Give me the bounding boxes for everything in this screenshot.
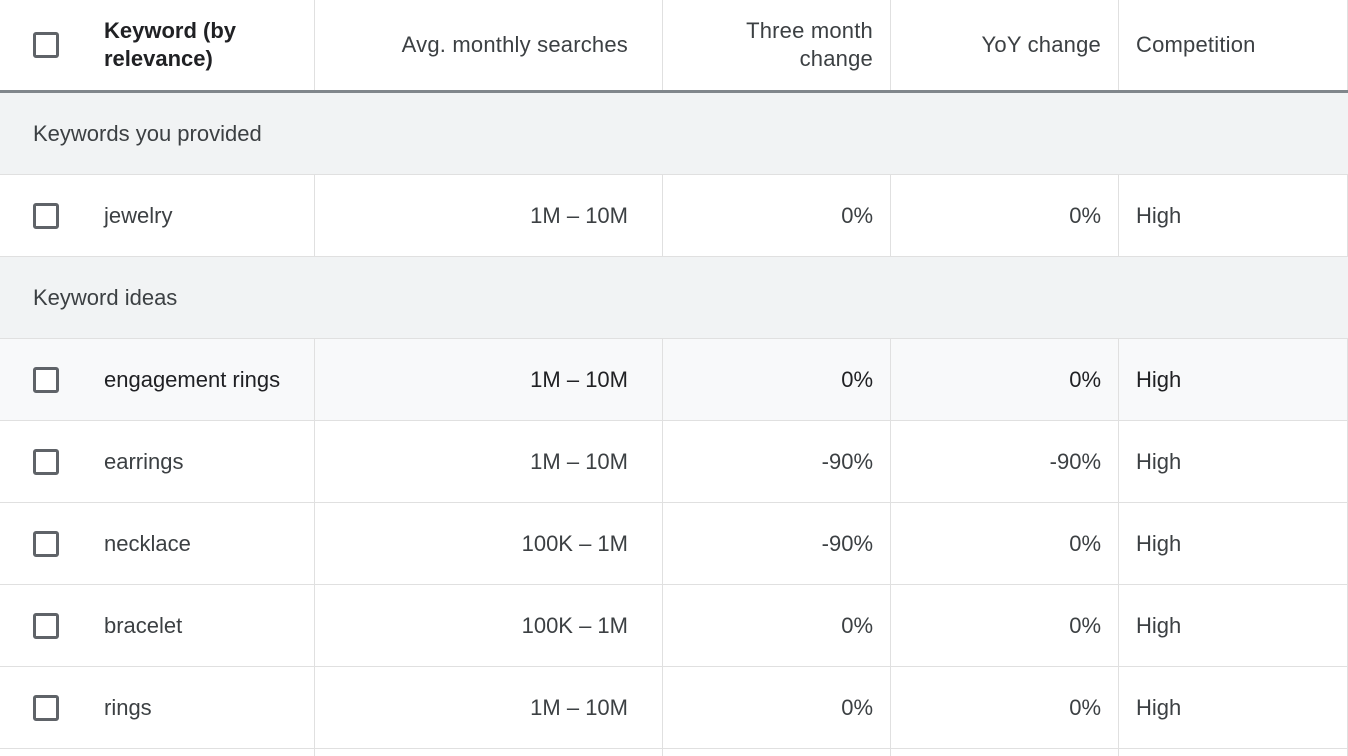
three-month-change-cell: 0% — [663, 585, 891, 666]
yoy-change-cell: 0% — [891, 585, 1119, 666]
keyword-table: Keyword (by relevance) Avg. monthly sear… — [0, 0, 1348, 756]
table-row-partial — [0, 749, 1348, 756]
row-checkbox[interactable] — [33, 448, 59, 475]
avg-monthly-searches-cell: 100K – 1M — [315, 585, 663, 666]
avg-monthly-searches-cell: 1M – 10M — [315, 175, 663, 256]
table-row[interactable]: jewelry 1M – 10M 0% 0% High — [0, 175, 1348, 257]
row-checkbox-cell — [0, 421, 90, 502]
column-header-three-month-change[interactable]: Three month change — [663, 0, 891, 90]
yoy-change-cell: 0% — [891, 503, 1119, 584]
keyword-cell: jewelry — [90, 175, 315, 256]
competition-cell: High — [1119, 339, 1348, 420]
row-checkbox[interactable] — [33, 694, 59, 721]
keyword-cell: bracelet — [90, 585, 315, 666]
table-row[interactable]: rings 1M – 10M 0% 0% High — [0, 667, 1348, 749]
competition-cell: High — [1119, 503, 1348, 584]
competition-cell: High — [1119, 421, 1348, 502]
competition-cell: High — [1119, 585, 1348, 666]
row-checkbox-cell — [0, 339, 90, 420]
keyword-cell: engagement rings — [90, 339, 315, 420]
avg-monthly-searches-cell: 100K – 1M — [315, 503, 663, 584]
yoy-change-cell: 0% — [891, 175, 1119, 256]
table-row[interactable]: necklace 100K – 1M -90% 0% High — [0, 503, 1348, 585]
row-checkbox-cell — [0, 749, 90, 756]
section-label-ideas: Keyword ideas — [33, 284, 178, 310]
competition-cell: High — [1119, 175, 1348, 256]
row-checkbox[interactable] — [33, 612, 59, 639]
three-month-change-cell: 0% — [663, 175, 891, 256]
keyword-cell — [90, 749, 315, 756]
row-checkbox[interactable] — [33, 530, 59, 557]
keyword-cell: earrings — [90, 421, 315, 502]
row-checkbox-cell — [0, 667, 90, 748]
select-all-checkbox[interactable] — [33, 32, 59, 58]
three-month-change-cell — [663, 749, 891, 756]
table-row[interactable]: bracelet 100K – 1M 0% 0% High — [0, 585, 1348, 667]
row-checkbox[interactable] — [33, 366, 59, 393]
keyword-header-label: Keyword (by relevance) — [104, 18, 237, 71]
column-header-avg-monthly-searches[interactable]: Avg. monthly searches — [315, 0, 663, 90]
column-header-competition[interactable]: Competition — [1119, 0, 1348, 90]
keyword-cell: rings — [90, 667, 315, 748]
three-month-change-cell: 0% — [663, 339, 891, 420]
yoy-change-cell: -90% — [891, 421, 1119, 502]
competition-cell — [1119, 749, 1348, 756]
yoy-change-cell — [891, 749, 1119, 756]
avg-monthly-searches-cell: 1M – 10M — [315, 667, 663, 748]
header-checkbox-cell — [0, 0, 90, 90]
yoy-change-cell: 0% — [891, 339, 1119, 420]
competition-header-label: Competition — [1136, 32, 1256, 57]
table-header-row: Keyword (by relevance) Avg. monthly sear… — [0, 0, 1348, 93]
avg-monthly-searches-cell — [315, 749, 663, 756]
avg-monthly-searches-header-label: Avg. monthly searches — [401, 32, 628, 57]
avg-monthly-searches-cell: 1M – 10M — [315, 421, 663, 502]
row-checkbox-cell — [0, 585, 90, 666]
row-checkbox[interactable] — [33, 202, 59, 229]
section-label-provided: Keywords you provided — [33, 120, 262, 146]
three-month-change-cell: 0% — [663, 667, 891, 748]
section-header-provided: Keywords you provided — [0, 93, 1348, 175]
column-header-keyword[interactable]: Keyword (by relevance) — [90, 0, 315, 90]
table-row[interactable]: engagement rings 1M – 10M 0% 0% High — [0, 339, 1348, 421]
row-checkbox-cell — [0, 503, 90, 584]
column-header-yoy-change[interactable]: YoY change — [891, 0, 1119, 90]
competition-cell: High — [1119, 667, 1348, 748]
keyword-cell: necklace — [90, 503, 315, 584]
table-row[interactable]: earrings 1M – 10M -90% -90% High — [0, 421, 1348, 503]
section-header-ideas: Keyword ideas — [0, 257, 1348, 339]
three-month-change-header-label: Three month change — [746, 18, 873, 71]
three-month-change-cell: -90% — [663, 421, 891, 502]
yoy-change-cell: 0% — [891, 667, 1119, 748]
avg-monthly-searches-cell: 1M – 10M — [315, 339, 663, 420]
row-checkbox-cell — [0, 175, 90, 256]
three-month-change-cell: -90% — [663, 503, 891, 584]
yoy-change-header-label: YoY change — [981, 32, 1101, 57]
